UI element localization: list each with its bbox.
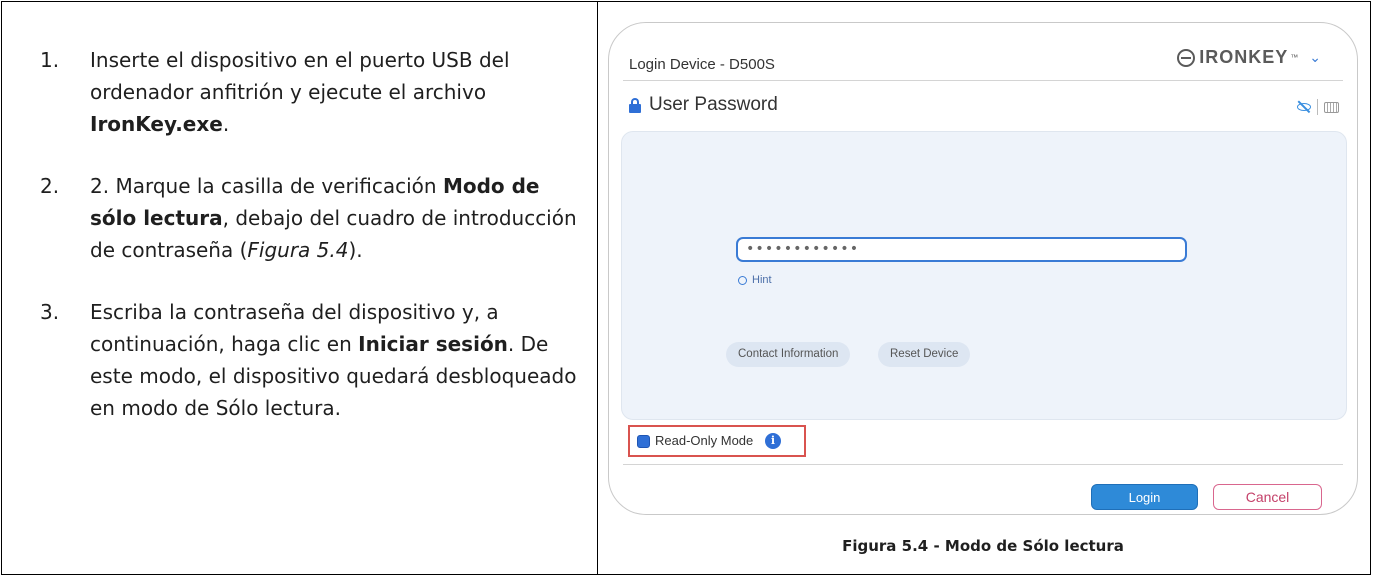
instruction-step-2: 2. 2. Marque la casilla de verificación … [40, 170, 580, 266]
cancel-button[interactable]: Cancel [1213, 484, 1322, 510]
tool-separator [1317, 99, 1318, 115]
hide-password-icon[interactable] [1297, 100, 1311, 114]
password-tools [1297, 99, 1339, 115]
step-text: 2. Marque la casilla de verificación [90, 174, 443, 198]
step-number: 2. [40, 174, 60, 198]
hint-radio[interactable] [738, 275, 747, 285]
ironkey-ring-icon [1177, 48, 1196, 67]
heading-label: User Password [649, 94, 778, 115]
ironkey-logo: IRONKEY ™ [1177, 47, 1299, 68]
instruction-list: 1. Inserte el dispositivo en el puerto U… [40, 44, 580, 454]
lock-icon [629, 98, 641, 113]
login-device-window: Login Device - D500S IRONKEY ™ ⌄ User Pa… [608, 22, 1358, 515]
login-button[interactable]: Login [1091, 484, 1198, 510]
step-bold: IronKey.exe [90, 112, 223, 136]
hint-option[interactable]: Hint [738, 274, 772, 286]
trademark: ™ [1290, 53, 1300, 62]
step-number: 1. [40, 48, 60, 72]
step-text: Inserte el dispositivo en el puerto USB … [90, 48, 510, 104]
readonly-label[interactable]: Read-Only Mode [655, 433, 753, 448]
keyboard-icon[interactable] [1324, 101, 1339, 113]
instruction-step-1: 1. Inserte el dispositivo en el puerto U… [40, 44, 580, 140]
step-text: . [222, 112, 230, 136]
password-panel: •••••••••••• Hint Contact Information Re… [621, 131, 1347, 420]
header-divider [623, 80, 1343, 81]
info-icon[interactable]: i [765, 433, 781, 449]
instruction-step-3: 3. Escriba la contraseña del dispositivo… [40, 296, 580, 424]
brand-area[interactable]: IRONKEY ™ ⌄ [1177, 47, 1321, 68]
password-input[interactable]: •••••••••••• [736, 237, 1187, 262]
step-number: 3. [40, 300, 60, 324]
readonly-highlight: Read-Only Mode i [628, 425, 806, 457]
password-heading: User Password [629, 94, 778, 116]
figure-caption: Figura 5.4 - Modo de Sólo lectura [842, 537, 1124, 555]
table-divider [597, 2, 598, 574]
window-title: Login Device - D500S [629, 56, 775, 73]
readonly-checkbox[interactable] [637, 435, 650, 448]
contact-information-button[interactable]: Contact Information [726, 342, 851, 367]
hint-label: Hint [752, 274, 772, 286]
step-italic: Figura 5.4 [247, 238, 349, 262]
chevron-down-icon[interactable]: ⌄ [1309, 49, 1321, 66]
brand-name: IRONKEY [1199, 47, 1289, 67]
step-bold: Iniciar sesión [358, 332, 508, 356]
reset-device-button[interactable]: Reset Device [878, 342, 971, 367]
step-text: ). [348, 238, 363, 262]
footer-divider [623, 464, 1343, 465]
